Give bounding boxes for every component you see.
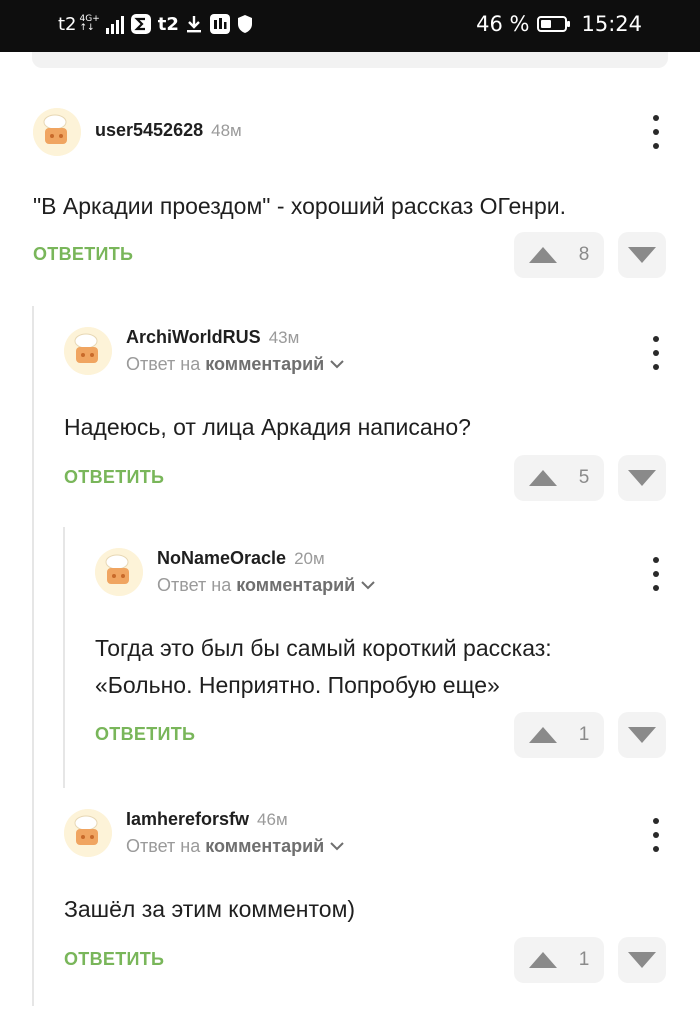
- comment-reply: NoNameOracle 20м Ответ на комментарий Тог…: [95, 548, 666, 758]
- comment-header: ArchiWorldRUS 43м Ответ на комментарий: [64, 327, 666, 375]
- comment-actions: ОТВЕТИТЬ 5: [64, 455, 666, 501]
- reply-to-prefix: Ответ на: [126, 354, 201, 374]
- reply-to-prefix: Ответ на: [126, 836, 201, 856]
- carrier-label: t2: [58, 13, 77, 35]
- comment-text-line: «Больно. Неприятно. Попробую еще»: [95, 672, 500, 698]
- comment-actions: ОТВЕТИТЬ 1: [64, 937, 666, 983]
- comment-header: NoNameOracle 20м Ответ на комментарий: [95, 548, 666, 596]
- downvote-button[interactable]: [618, 937, 666, 983]
- comment-text-line: "В Аркадии проездом" - хороший рассказ О…: [33, 193, 566, 219]
- download-icon: [185, 14, 203, 34]
- comment-menu-icon[interactable]: [646, 336, 666, 370]
- battery-icon: [537, 16, 571, 32]
- arrow-up-icon: [528, 247, 557, 263]
- chevron-down-icon[interactable]: [361, 581, 375, 590]
- downvote-button[interactable]: [618, 232, 666, 278]
- reply-button[interactable]: ОТВЕТИТЬ: [95, 724, 195, 745]
- comment-time: 20м: [294, 549, 325, 568]
- vote-count: 8: [578, 244, 590, 265]
- t2-app-label: t2: [157, 13, 179, 35]
- previous-card-edge: [32, 52, 668, 68]
- comment-reply: ArchiWorldRUS 43м Ответ на комментарий На…: [64, 327, 666, 501]
- sigma-app-icon: [130, 13, 152, 35]
- reply-to-target[interactable]: комментарий: [236, 575, 355, 596]
- comment-text: Тогда это был бы самый короткий рассказ:…: [95, 630, 666, 704]
- comment-menu-icon[interactable]: [646, 818, 666, 852]
- t2-app-icon: t2: [158, 14, 179, 35]
- vote-count: 5: [578, 467, 590, 488]
- thread-line-level-2: [63, 527, 65, 788]
- author-name-text[interactable]: ArchiWorldRUS: [126, 327, 261, 347]
- chevron-down-icon[interactable]: [330, 360, 344, 369]
- comment-time: 46м: [257, 810, 288, 829]
- battery-fill: [541, 20, 552, 28]
- network-type: 4G+ ↑↓: [80, 15, 100, 33]
- arrow-up-icon: [528, 952, 557, 968]
- arrow-down-icon: [628, 247, 656, 263]
- downvote-button[interactable]: [618, 712, 666, 758]
- author-name[interactable]: NoNameOracle 20м: [157, 548, 325, 569]
- chevron-down-icon[interactable]: [330, 842, 344, 851]
- status-left: t2 4G+ ↑↓ t2: [58, 13, 253, 35]
- reply-button[interactable]: ОТВЕТИТЬ: [64, 467, 164, 488]
- avatar[interactable]: [33, 108, 81, 156]
- reply-to-link[interactable]: Ответ на комментарий: [126, 354, 344, 375]
- comment-header: user5452628 48м: [33, 108, 666, 156]
- comment-time: 48м: [211, 121, 242, 140]
- comment-reply: Iamhereforsfw 46м Ответ на комментарий За…: [64, 809, 666, 983]
- reply-to-link[interactable]: Ответ на комментарий: [126, 836, 344, 857]
- reply-to-link[interactable]: Ответ на комментарий: [157, 575, 375, 596]
- comment-menu-icon[interactable]: [646, 557, 666, 591]
- comment-text-line: Тогда это был бы самый короткий рассказ:: [95, 635, 552, 661]
- arrow-down-icon: [628, 727, 656, 743]
- author-name[interactable]: ArchiWorldRUS 43м: [126, 327, 299, 348]
- reply-to-prefix: Ответ на: [157, 575, 232, 595]
- reply-to-target[interactable]: комментарий: [205, 836, 324, 857]
- clock: 15:24: [581, 12, 642, 36]
- comment-text: Зашёл за этим комментом): [64, 891, 666, 928]
- upvote-button[interactable]: 8: [514, 232, 604, 278]
- comment-menu-icon[interactable]: [646, 115, 666, 149]
- arrow-up-icon: [528, 727, 557, 743]
- comment-text-line: Зашёл за этим комментом): [64, 896, 356, 922]
- downvote-button[interactable]: [618, 455, 666, 501]
- author-name-text[interactable]: Iamhereforsfw: [126, 809, 249, 829]
- upvote-button[interactable]: 1: [514, 937, 604, 983]
- reply-button[interactable]: ОТВЕТИТЬ: [33, 244, 133, 265]
- avatar[interactable]: [95, 548, 143, 596]
- network-activity-label: ↑↓: [79, 23, 95, 33]
- comment-time: 43м: [268, 328, 300, 347]
- upvote-button[interactable]: 1: [514, 712, 604, 758]
- mts-app-icon: [209, 13, 231, 35]
- comment-header: Iamhereforsfw 46м Ответ на комментарий: [64, 809, 666, 857]
- vote-count: 1: [578, 949, 590, 970]
- arrow-down-icon: [628, 952, 656, 968]
- author-name[interactable]: user5452628 48м: [95, 120, 242, 141]
- status-right: 46 % 15:24: [476, 12, 642, 36]
- battery-percent: 46 %: [476, 12, 530, 36]
- signal-bars-icon: [105, 14, 124, 34]
- author-name-text[interactable]: user5452628: [95, 120, 203, 140]
- arrow-down-icon: [628, 470, 656, 486]
- comment-actions: ОТВЕТИТЬ 8: [33, 232, 666, 278]
- arrow-up-icon: [528, 470, 557, 486]
- reply-to-target[interactable]: комментарий: [205, 354, 324, 375]
- upvote-button[interactable]: 5: [514, 455, 604, 501]
- vote-count: 1: [578, 724, 590, 745]
- comment: user5452628 48м "В Аркадии проездом" - хо…: [33, 108, 666, 278]
- thread-line-level-1: [32, 306, 34, 1006]
- comment-text-line: Надеюсь, от лица Аркадия написано?: [64, 414, 471, 440]
- comment-text: "В Аркадии проездом" - хороший рассказ О…: [33, 188, 666, 225]
- shield-icon: [237, 14, 253, 34]
- comment-actions: ОТВЕТИТЬ 1: [95, 712, 666, 758]
- avatar[interactable]: [64, 327, 112, 375]
- reply-button[interactable]: ОТВЕТИТЬ: [64, 949, 164, 970]
- comment-text: Надеюсь, от лица Аркадия написано?: [64, 409, 666, 446]
- avatar[interactable]: [64, 809, 112, 857]
- author-name-text[interactable]: NoNameOracle: [157, 548, 286, 568]
- author-name[interactable]: Iamhereforsfw 46м: [126, 809, 288, 830]
- status-bar: t2 4G+ ↑↓ t2 46 % 15:24: [0, 0, 700, 52]
